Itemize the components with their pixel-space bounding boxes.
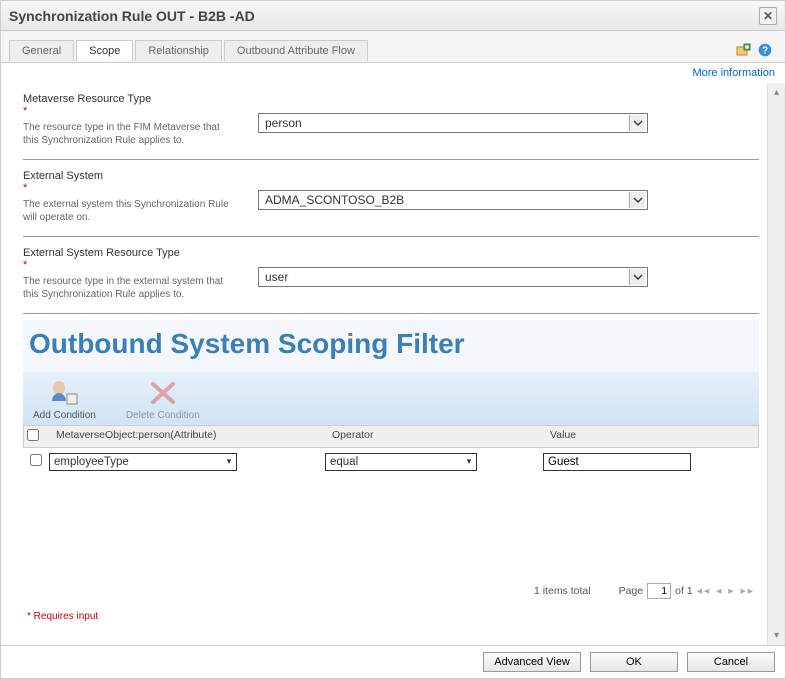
close-button[interactable]: ✕ [759, 7, 777, 25]
scoping-filter-section: Outbound System Scoping Filter Add Condi… [23, 320, 759, 607]
external-system-select[interactable]: ADMA_SCONTOSO_B2B [258, 190, 648, 210]
row-checkbox[interactable] [30, 454, 42, 466]
delete-condition-button: Delete Condition [126, 378, 200, 421]
filter-header: Outbound System Scoping Filter [23, 320, 759, 372]
dialog-title: Synchronization Rule OUT - B2B -AD [9, 8, 759, 24]
more-information-link[interactable]: More information [692, 67, 775, 79]
tab-relationship[interactable]: Relationship [135, 40, 222, 61]
col-operator: Operator [326, 426, 544, 447]
tab-outbound-attribute-flow[interactable]: Outbound Attribute Flow [224, 40, 368, 61]
required-marker: * [23, 182, 238, 194]
page-input[interactable] [647, 583, 671, 599]
advanced-view-button[interactable]: Advanced View [483, 652, 581, 672]
chevron-down-icon [629, 269, 645, 285]
info-bar: More information [1, 63, 785, 83]
col-value: Value [544, 426, 758, 447]
add-folder-icon[interactable] [735, 42, 751, 58]
scroll-down-icon[interactable]: ▾ [774, 630, 779, 641]
value-input[interactable] [543, 453, 691, 471]
titlebar: Synchronization Rule OUT - B2B -AD ✕ [1, 1, 785, 31]
dialog: Synchronization Rule OUT - B2B -AD ✕ Gen… [0, 0, 786, 679]
required-marker: * [23, 105, 238, 117]
select-value: ADMA_SCONTOSO_B2B [265, 193, 629, 207]
select-all-checkbox[interactable] [27, 429, 39, 441]
condition-row: employeeType ▾ equal ▾ [23, 448, 759, 475]
cancel-button[interactable]: Cancel [687, 652, 775, 672]
field-metaverse-resource-type: Metaverse Resource Type * The resource t… [23, 83, 759, 160]
external-system-resource-type-select[interactable]: user [258, 267, 648, 287]
chevron-down-icon [629, 192, 645, 208]
delete-condition-icon [145, 378, 181, 408]
grid-header: MetaverseObject:person(Attribute) Operat… [23, 425, 759, 448]
svg-text:?: ? [762, 45, 768, 56]
field-label: External System Resource Type [23, 247, 238, 259]
scroll-area: Metaverse Resource Type * The resource t… [1, 83, 767, 645]
chevron-down-icon: ▾ [222, 456, 236, 467]
field-desc: The resource type in the FIM Metaverse t… [23, 121, 238, 147]
chevron-down-icon: ▾ [462, 456, 476, 467]
pager: 1 items total Page of 1 ◂◂ ◂ ▸ ▸▸ [23, 575, 759, 607]
tool-label: Add Condition [33, 410, 96, 421]
tool-label: Delete Condition [126, 410, 200, 421]
items-total: 1 items total [534, 585, 591, 597]
tabbar: General Scope Relationship Outbound Attr… [1, 31, 785, 63]
vertical-scrollbar[interactable]: ▴ ▾ [767, 83, 785, 645]
attribute-select[interactable]: employeeType ▾ [49, 453, 237, 471]
col-attribute: MetaverseObject:person(Attribute) [50, 426, 326, 447]
chevron-down-icon [629, 115, 645, 131]
operator-select[interactable]: equal ▾ [325, 453, 477, 471]
tab-scope[interactable]: Scope [76, 40, 133, 61]
help-icon[interactable]: ? [757, 42, 773, 58]
close-icon: ✕ [763, 9, 773, 23]
select-value: person [265, 116, 629, 130]
pager-nav[interactable]: ◂◂ ◂ ▸ ▸▸ [697, 585, 755, 597]
field-desc: The external system this Synchronization… [23, 198, 238, 224]
field-external-system-resource-type: External System Resource Type * The reso… [23, 237, 759, 314]
metaverse-resource-type-select[interactable]: person [258, 113, 648, 133]
select-value: user [265, 270, 629, 284]
required-marker: * [23, 259, 238, 271]
ok-button[interactable]: OK [590, 652, 678, 672]
add-condition-button[interactable]: Add Condition [33, 378, 96, 421]
select-value: equal [330, 456, 462, 468]
scroll-up-icon[interactable]: ▴ [774, 87, 779, 98]
tab-general[interactable]: General [9, 40, 74, 61]
conditions-grid: MetaverseObject:person(Attribute) Operat… [23, 425, 759, 475]
page-of: of 1 [675, 585, 693, 597]
add-condition-icon [46, 378, 82, 408]
tab-toolbar: ? [735, 42, 777, 58]
field-label: External System [23, 170, 238, 182]
field-external-system: External System * The external system th… [23, 160, 759, 237]
field-desc: The resource type in the external system… [23, 275, 238, 301]
page-label: Page [619, 585, 644, 597]
filter-title: Outbound System Scoping Filter [29, 328, 749, 360]
requires-input-note: * Requires input [23, 607, 759, 630]
content-area: Metaverse Resource Type * The resource t… [1, 83, 785, 645]
select-value: employeeType [54, 456, 222, 468]
filter-toolbar: Add Condition Delete Condition [23, 372, 759, 425]
field-label: Metaverse Resource Type [23, 93, 238, 105]
dialog-footer: Advanced View OK Cancel [1, 645, 785, 678]
